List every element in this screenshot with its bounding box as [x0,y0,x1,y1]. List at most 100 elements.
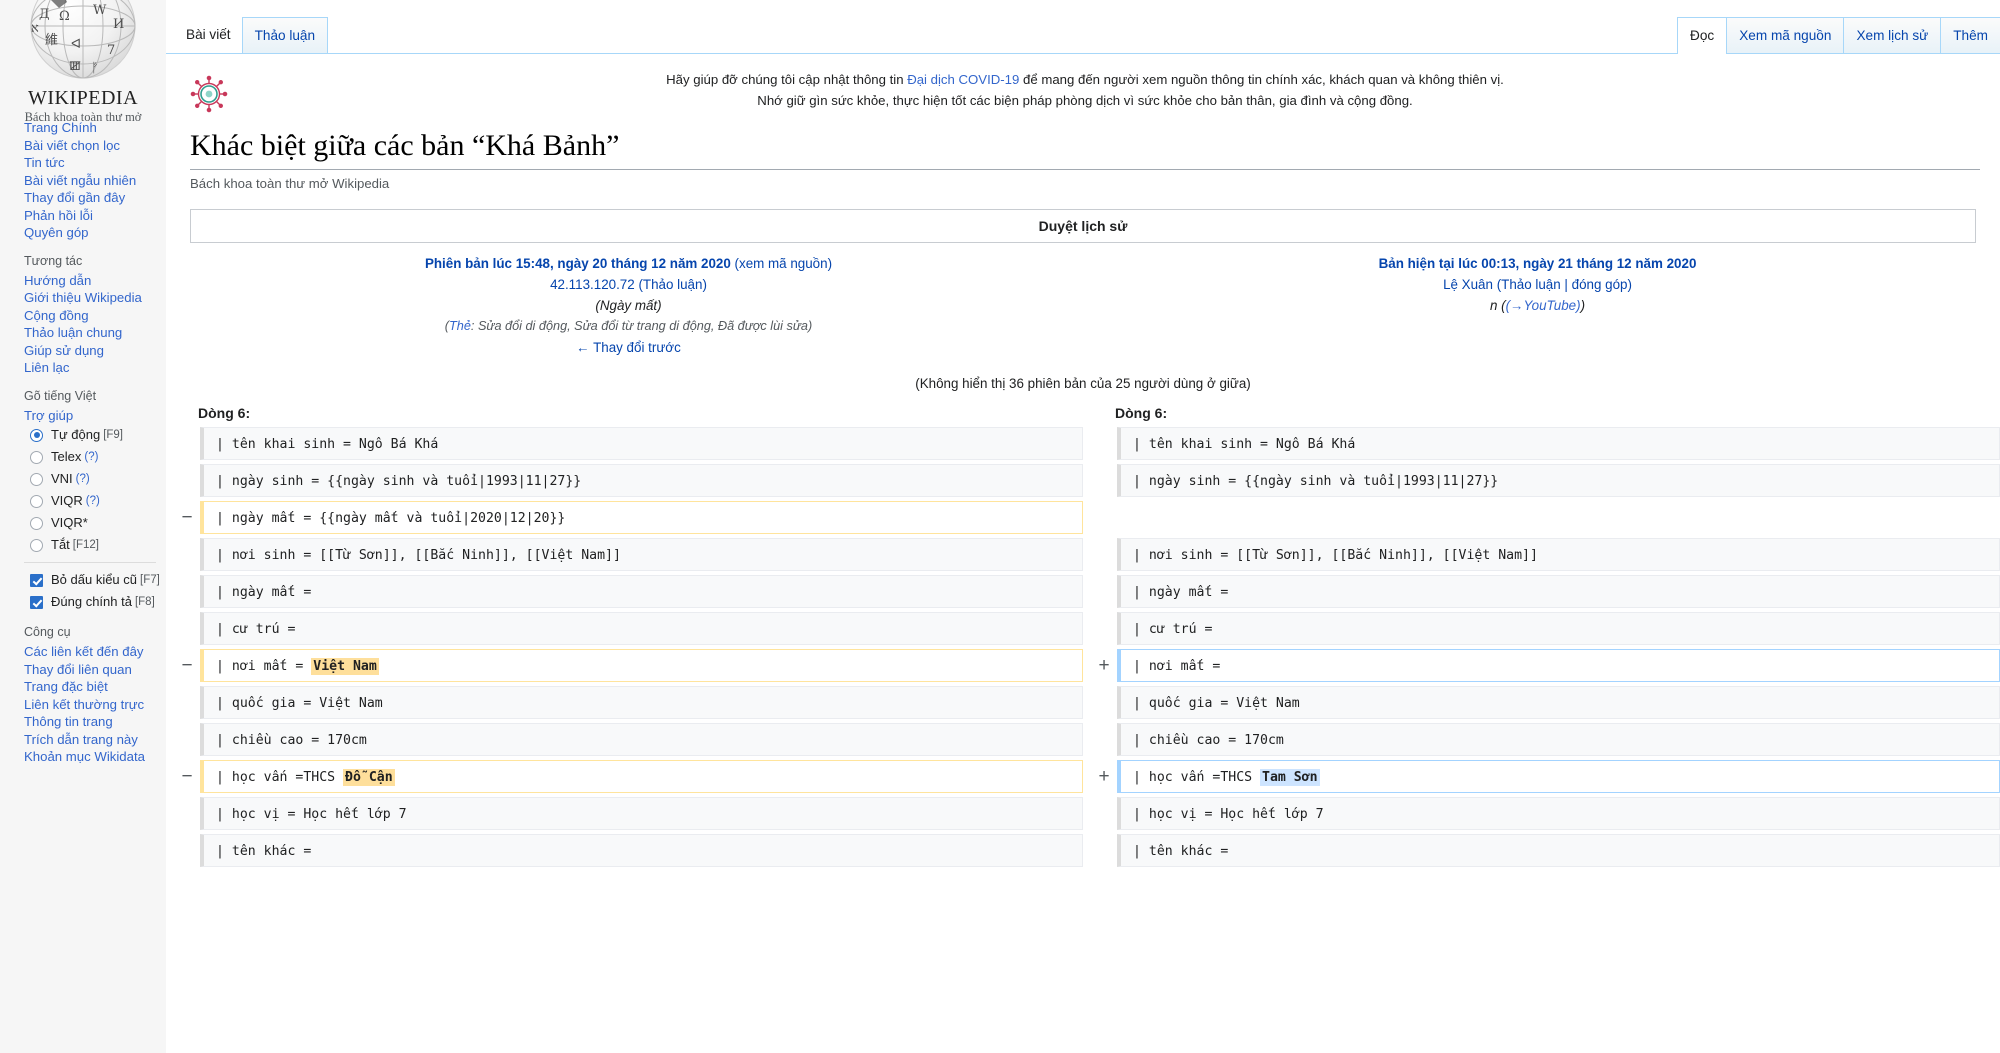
ime-radio-telex[interactable]: Telex(?) [0,446,166,468]
sidebar-link-tool-2[interactable]: Trang đặc biệt [0,678,166,696]
tab-ns-th-o-lu-n[interactable]: Thảo luận [242,17,328,53]
diff-cell-ctx: | học vị = Học hết lớp 7 [1117,797,2000,830]
diff-row: | tên khai sinh = Ngô Bá Khá [1091,427,2000,460]
right-user-links[interactable]: (Thảo luận | đóng góp) [1497,277,1632,292]
ime-radio-label: VIQR* [51,514,88,532]
sidebar-link-ime-help-0[interactable]: Trợ giúp [0,407,166,425]
right-revision-title[interactable]: Bản hiện tại lúc 00:13, ngày 21 tháng 12… [1379,256,1697,271]
ime-checkbox--ng-ch-nh-t-[interactable]: Đúng chính tả[F8] [0,591,166,613]
left-user-talk-link[interactable]: (Thảo luận) [638,277,706,292]
ime-radio-help-link[interactable]: (?) [84,448,98,466]
sidebar-link-tool-1[interactable]: Thay đổi liên quan [0,661,166,679]
radio-icon[interactable] [30,517,43,530]
notice-line1-before: Hãy giúp đỡ chúng tôi cập nhật thông tin [666,72,907,87]
right-minor-edit-flag: n [1490,298,1497,313]
right-revision-user[interactable]: Lệ Xuân [1443,277,1493,292]
ime-radio-help-link[interactable]: (?) [86,492,100,510]
sidebar-link-main-5[interactable]: Phản hồi lỗi [0,207,166,225]
ime-radio-help-link[interactable]: (?) [76,470,90,488]
sidebar-link-main-4[interactable]: Thay đổi gần đây [0,189,166,207]
page-subtitle: Bách khoa toàn thư mở Wikipedia [190,176,2000,191]
checkbox-icon[interactable] [30,596,43,609]
list-item: Tin tức [0,154,166,172]
ime-radio-vni[interactable]: VNI(?) [0,468,166,490]
tab-view-th-m[interactable]: Thêm [1940,17,2000,53]
ime-checkbox-shortcut: [F8] [135,593,155,611]
diff-text: | nơi mất = [1133,659,1220,674]
diff-cell-del: | ngày mất = {{ngày mất và tuổi|2020|12|… [200,501,1083,534]
sidebar-link-main-2[interactable]: Tin tức [0,154,166,172]
diff-marker-plus [1091,464,1117,497]
list-item: Liên kết thường trực [0,696,166,714]
left-edit-summary: (Ngày mất) [174,295,1083,316]
list-item: Thông tin trang [0,713,166,731]
diff-row: | chiều cao = 170cm [174,723,1083,756]
tab-view--c[interactable]: Đọc [1677,17,1727,53]
sidebar-link-interaction-3[interactable]: Thảo luận chung [0,324,166,342]
diff-row: | quốc gia = Việt Nam [174,686,1083,719]
list-item: Thảo luận chung [0,324,166,342]
ime-radio-label: Tắt [51,536,70,554]
diff-text: | tên khai sinh = Ngô Bá Khá [216,437,438,452]
sidebar-link-main-1[interactable]: Bài viết chọn lọc [0,137,166,155]
radio-icon[interactable] [30,451,43,464]
diff-row: | nơi sinh = [[Từ Sơn]], [[Bắc Ninh]], [… [174,538,1083,571]
svg-text:Д: Д [39,7,50,22]
radio-icon[interactable] [30,539,43,552]
radio-icon[interactable] [30,429,43,442]
diff-marker-minus [174,723,200,756]
diff-row: | tên khác = [1091,834,2000,867]
list-item: Hướng dẫn [0,272,166,290]
sidebar: Ж ת Д Ω W И 維 ᐊ 7 ꯀ ᚠ א WIKIPEDIA Bách k… [0,0,166,1053]
ime-radio-shortcut: [F9] [103,426,123,444]
diff-added-text: Tam Sơn [1260,769,1320,786]
checkbox-icon[interactable] [30,574,43,587]
sidebar-link-tool-0[interactable]: Các liên kết đến đây [0,643,166,661]
tab-ns-b-i-vi-t[interactable]: Bài viết [174,17,243,53]
ime-radio-viqr[interactable]: VIQR(?) [0,490,166,512]
ime-checkbox-b-d-u-ki-u-c-[interactable]: Bỏ dấu kiểu cũ[F7] [0,569,166,591]
radio-icon[interactable] [30,495,43,508]
sidebar-link-tool-3[interactable]: Liên kết thường trực [0,696,166,714]
left-prev-change-link[interactable]: ← Thay đổi trước [576,340,681,355]
left-revision-title[interactable]: Phiên bản lúc 15:48, ngày 20 tháng 12 nă… [425,256,731,271]
sitenotice-text: Hãy giúp đỡ chúng tôi cập nhật thông tin… [234,69,1976,111]
ime-radio-t-t[interactable]: Tắt[F12] [0,534,166,556]
ime-checkbox-group[interactable]: Bỏ dấu kiểu cũ[F7]Đúng chính tả[F8] [0,569,166,613]
content-area: Hãy giúp đỡ chúng tôi cập nhật thông tin… [166,55,2000,1053]
sidebar-link-main-6[interactable]: Quyên góp [0,224,166,242]
diff-cell-ctx: | quốc gia = Việt Nam [1117,686,2000,719]
list-item: Trích dẫn trang này [0,731,166,749]
right-section-link[interactable]: (→YouTube) [1506,298,1581,313]
sidebar-link-tool-5[interactable]: Trích dẫn trang này [0,731,166,749]
diff-marker-plus [1091,723,1117,756]
ime-option-group[interactable]: Tự động[F9]Telex(?)VNI(?)VIQR(?)VIQR*Tắt… [0,424,166,556]
ime-radio-viqr-[interactable]: VIQR* [0,512,166,534]
sidebar-link-interaction-1[interactable]: Giới thiệu Wikipedia [0,289,166,307]
left-revision-user[interactable]: 42.113.120.72 [550,277,635,292]
left-view-source-link[interactable]: (xem mã nguồn) [735,256,833,271]
sidebar-link-interaction-0[interactable]: Hướng dẫn [0,272,166,290]
wikipedia-tagline: Bách khoa toàn thư mở [0,110,166,125]
sidebar-link-tool-4[interactable]: Thông tin trang [0,713,166,731]
sidebar-link-interaction-2[interactable]: Cộng đồng [0,307,166,325]
tab-view-xem-l-ch-s-[interactable]: Xem lịch sử [1843,17,1941,53]
diff-text: | cư trú = [216,622,295,637]
left-tags-label[interactable]: Thẻ [449,319,471,333]
sidebar-link-tool-6[interactable]: Khoản mục Wikidata [0,748,166,766]
diff-cell-ctx: | ngày sinh = {{ngày sinh và tuổi|1993|1… [200,464,1083,497]
sidebar-link-main-3[interactable]: Bài viết ngẫu nhiên [0,172,166,190]
diff-text: | ngày mất = [216,585,311,600]
sidebar-heading-ime: Gõ tiếng Việt [0,385,166,407]
ime-radio-t-ng[interactable]: Tự động[F9] [0,424,166,446]
diff-text: | nơi sinh = [[Từ Sơn]], [[Bắc Ninh]], [… [216,548,621,563]
ime-radio-label: VIQR [51,492,83,510]
radio-icon[interactable] [30,473,43,486]
sidebar-link-interaction-4[interactable]: Giúp sử dụng [0,342,166,360]
diff-left-column: | tên khai sinh = Ngô Bá Khá | ngày sinh … [166,427,1083,871]
covid-link[interactable]: Đại dịch COVID-19 [907,72,1019,87]
diff-row: | cư trú = [1091,612,2000,645]
wikipedia-logo[interactable]: Ж ת Д Ω W И 維 ᐊ 7 ꯀ ᚠ א WIKIPEDIA Bách k… [0,0,166,109]
tab-view-xem-m-ngu-n[interactable]: Xem mã nguồn [1726,17,1844,53]
sidebar-link-interaction-5[interactable]: Liên lạc [0,359,166,377]
